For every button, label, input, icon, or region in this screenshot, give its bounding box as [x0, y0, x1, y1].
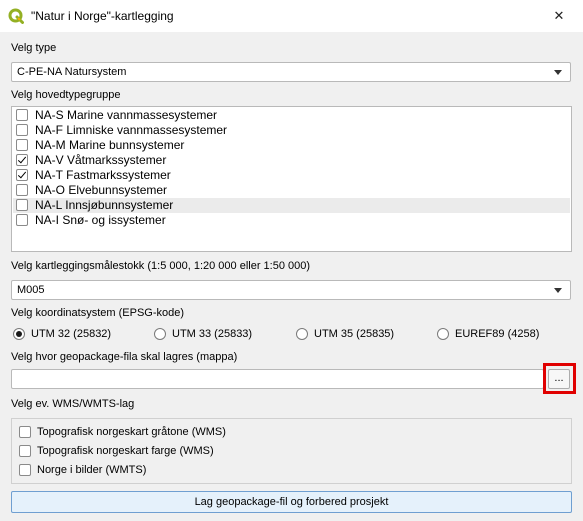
radio-icon[interactable]	[437, 328, 449, 340]
checkbox[interactable]	[16, 109, 28, 121]
crs-label: Velg koordinatsystem (EPSG-kode)	[11, 307, 185, 319]
radio-label: UTM 33 (25833)	[172, 328, 253, 340]
list-item-label: NA-T Fastmarkssystemer	[35, 168, 171, 182]
close-icon[interactable]: ✕	[544, 2, 574, 30]
qgis-logo-icon	[8, 8, 24, 24]
list-item[interactable]: NA-T Fastmarkssystemer	[13, 168, 570, 183]
list-item-label: NA-L Innsjøbunnsystemer	[35, 198, 174, 212]
list-item-label: NA-M Marine bunnsystemer	[35, 138, 185, 152]
wms-option-label: Topografisk norgeskart gråtone (WMS)	[37, 426, 226, 438]
wms-group: Topografisk norgeskart gråtone (WMS) Top…	[11, 418, 572, 484]
type-select-value: C-PE-NA Natursystem	[17, 66, 127, 78]
checkbox[interactable]	[16, 214, 28, 226]
hovedtypegruppe-list[interactable]: NA-S Marine vannmassesystemer NA-F Limni…	[11, 106, 572, 252]
wms-label: Velg ev. WMS/WMTS-lag	[11, 398, 135, 410]
scale-label: Velg kartleggingsmålestokk (1:5 000, 1:2…	[11, 260, 311, 272]
list-item[interactable]: NA-F Limniske vannmassesystemer	[13, 123, 570, 138]
list-item[interactable]: NA-I Snø- og issystemer	[13, 213, 570, 228]
list-item[interactable]: NA-O Elvebunnsystemer	[13, 183, 570, 198]
window-title: "Natur i Norge"-kartlegging	[31, 9, 174, 23]
list-item-label: NA-V Våtmarkssystemer	[35, 153, 167, 167]
type-select[interactable]: C-PE-NA Natursystem	[11, 62, 571, 82]
wms-option-label: Topografisk norgeskart farge (WMS)	[37, 445, 214, 457]
list-item[interactable]: NA-V Våtmarkssystemer	[13, 153, 570, 168]
checkbox[interactable]	[19, 426, 31, 438]
list-item[interactable]: NA-S Marine vannmassesystemer	[13, 108, 570, 123]
list-item-label: NA-O Elvebunnsystemer	[35, 183, 168, 197]
scale-select-value: M005	[17, 284, 45, 296]
radio-icon[interactable]	[154, 328, 166, 340]
radio-label: EUREF89 (4258)	[455, 328, 540, 340]
checkbox[interactable]	[19, 445, 31, 457]
radio-icon[interactable]	[296, 328, 308, 340]
geopackage-label: Velg hvor geopackage-fila skal lagres (m…	[11, 351, 238, 363]
list-item-label: NA-I Snø- og issystemer	[35, 213, 166, 227]
checkbox-checked[interactable]	[16, 154, 28, 166]
checkbox[interactable]	[16, 199, 28, 211]
radio-label: UTM 32 (25832)	[31, 328, 112, 340]
title-bar: "Natur i Norge"-kartlegging ✕	[0, 0, 583, 32]
checkbox-checked[interactable]	[16, 169, 28, 181]
radio-label: UTM 35 (25835)	[314, 328, 395, 340]
checkbox[interactable]	[16, 184, 28, 196]
radio-selected-icon[interactable]	[13, 328, 25, 340]
type-label: Velg type	[11, 42, 57, 54]
list-item[interactable]: NA-M Marine bunnsystemer	[13, 138, 570, 153]
list-item-label: NA-S Marine vannmassesystemer	[35, 108, 218, 122]
checkbox[interactable]	[16, 124, 28, 136]
chevron-down-icon	[554, 288, 562, 293]
chevron-down-icon	[554, 70, 562, 75]
list-item-label: NA-F Limniske vannmassesystemer	[35, 123, 228, 137]
create-geopackage-button[interactable]: Lag geopackage-fil og forbered prosjekt	[11, 491, 572, 513]
geopackage-path-input[interactable]	[11, 369, 544, 389]
list-item-hovered[interactable]: NA-L Innsjøbunnsystemer	[13, 198, 570, 213]
wms-option-label: Norge i bilder (WMTS)	[37, 464, 147, 476]
scale-select[interactable]: M005	[11, 280, 571, 300]
checkbox[interactable]	[16, 139, 28, 151]
hovedtypegruppe-label: Velg hovedtypegruppe	[11, 89, 121, 101]
browse-folder-button[interactable]: ...	[548, 369, 570, 389]
checkbox[interactable]	[19, 464, 31, 476]
